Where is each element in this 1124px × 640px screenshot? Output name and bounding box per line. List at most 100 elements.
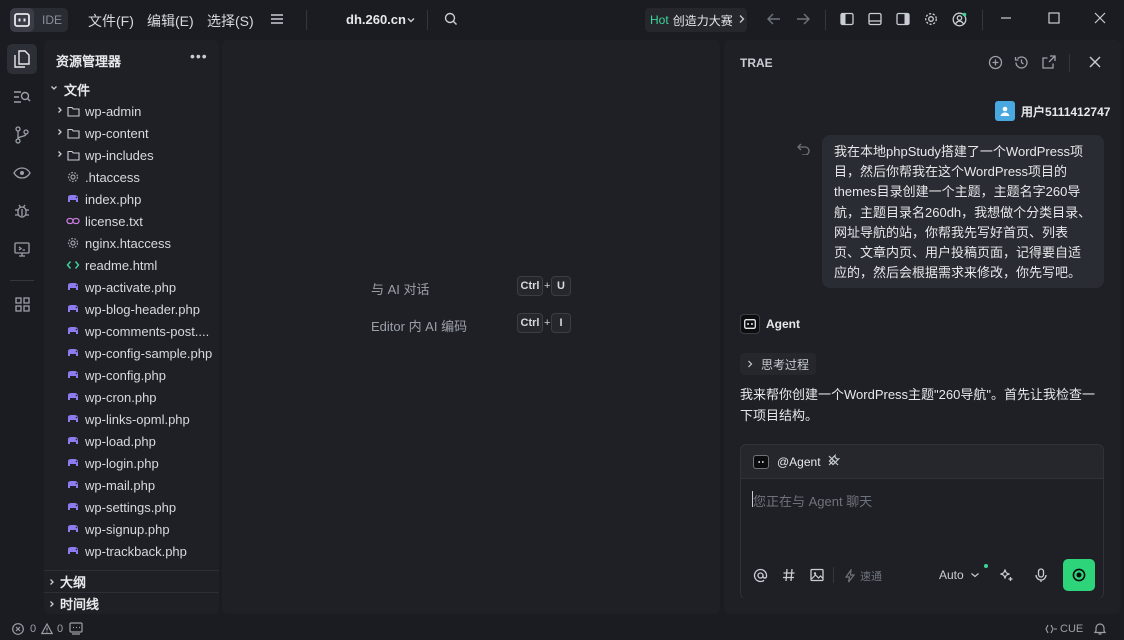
microphone-icon[interactable] xyxy=(1035,568,1047,586)
tree-file[interactable]: wp-config.php xyxy=(44,364,219,386)
mention-at-icon[interactable] xyxy=(753,568,768,586)
undo-icon[interactable] xyxy=(797,143,810,158)
tree-file[interactable]: wp-trackback.php xyxy=(44,540,219,562)
license-file-icon xyxy=(66,216,80,226)
tree-item-label: wp-blog-header.php xyxy=(85,301,200,317)
tree-file[interactable]: nginx.htaccess xyxy=(44,232,219,254)
mention-agent[interactable]: @Agent xyxy=(777,455,821,469)
tree-file[interactable]: readme.html xyxy=(44,254,219,276)
tree-file[interactable]: wp-signup.php xyxy=(44,518,219,540)
close-panel-icon[interactable] xyxy=(1089,56,1101,71)
settings-file-icon xyxy=(66,237,80,249)
php-file-icon xyxy=(66,194,80,204)
kbd-u: U xyxy=(551,276,571,296)
chat-title: TRAE xyxy=(740,56,773,70)
chevron-right-icon xyxy=(48,596,56,611)
warning-count[interactable]: 0 xyxy=(57,623,63,635)
maximize-icon[interactable] xyxy=(1048,12,1060,27)
tree-folder[interactable]: wp-includes xyxy=(44,144,219,166)
send-button[interactable] xyxy=(1063,559,1095,591)
tree-file[interactable]: wp-load.php xyxy=(44,430,219,452)
hint-chat-with-ai: 与 AI 对话 xyxy=(371,282,430,297)
debug-bug-icon[interactable] xyxy=(7,196,37,226)
close-window-icon[interactable] xyxy=(1094,12,1106,27)
warning-icon[interactable] xyxy=(40,622,54,638)
message-line: 航，主题目录名260dh，我想做个分类目录、 xyxy=(834,204,1092,220)
tree-item-label: wp-admin xyxy=(85,103,142,119)
menu-edit[interactable]: 编辑(E) xyxy=(147,11,194,31)
project-name[interactable]: dh.260.cn xyxy=(346,12,406,27)
tree-folder[interactable]: wp-content xyxy=(44,122,219,144)
history-icon[interactable] xyxy=(1014,55,1029,73)
tree-file[interactable]: wp-comments-post.... xyxy=(44,320,219,342)
error-icon[interactable] xyxy=(12,623,24,638)
ide-logo[interactable]: IDE xyxy=(10,8,68,32)
more-options-icon[interactable]: ••• xyxy=(190,48,208,64)
chat-input-area[interactable]: 您正在与 Agent 聊天 速通 Auto xyxy=(741,478,1103,599)
tree-root-files[interactable]: 文件 xyxy=(44,78,219,100)
settings-gear-icon[interactable] xyxy=(924,12,938,29)
speed-mode-toggle[interactable]: 速通 xyxy=(844,568,882,584)
hot-banner[interactable]: Hot 创造力大赛 xyxy=(645,8,747,32)
lightning-icon xyxy=(844,569,856,583)
explorer-files-icon[interactable] xyxy=(7,44,37,74)
toggle-panel-icon[interactable] xyxy=(868,12,882,29)
tree-file[interactable]: wp-links-opml.php xyxy=(44,408,219,430)
error-count[interactable]: 0 xyxy=(30,623,36,635)
ai-chat-panel: TRAE 用户5111412747 我在本地phpStudy搭建了一个WordP… xyxy=(724,40,1121,614)
section-timeline[interactable]: 时间线 xyxy=(44,592,219,614)
forward-arrow-icon[interactable] xyxy=(795,12,811,29)
user-avatar xyxy=(995,101,1015,121)
tree-file[interactable]: index.php xyxy=(44,188,219,210)
tree-file[interactable]: wp-cron.php xyxy=(44,386,219,408)
thinking-toggle[interactable]: 思考过程 xyxy=(740,353,817,375)
extensions-icon[interactable] xyxy=(7,289,37,319)
account-icon[interactable] xyxy=(952,12,967,30)
tree-root-label: 文件 xyxy=(64,82,91,98)
image-upload-icon[interactable] xyxy=(810,568,824,585)
section-outline[interactable]: 大纲 xyxy=(44,570,219,592)
ai-sparkle-icon[interactable] xyxy=(999,568,1014,586)
tree-file[interactable]: .htaccess xyxy=(44,166,219,188)
explorer-panel: 资源管理器 ••• 文件 wp-admin wp-content wp-includ… xyxy=(44,40,219,614)
source-control-icon[interactable] xyxy=(7,120,37,150)
cue-indicator[interactable]: CUE xyxy=(1045,623,1083,635)
divider xyxy=(982,10,983,30)
kbd-plus: + xyxy=(544,280,551,292)
back-arrow-icon[interactable] xyxy=(766,12,782,29)
new-chat-icon[interactable] xyxy=(988,55,1003,73)
preview-eye-icon[interactable] xyxy=(7,158,37,188)
tree-file[interactable]: wp-activate.php xyxy=(44,276,219,298)
hamburger-menu-icon[interactable] xyxy=(270,12,284,29)
tools-icon[interactable] xyxy=(827,453,840,470)
open-external-icon[interactable] xyxy=(1042,55,1056,72)
editor-area[interactable]: 与 AI 对话 Ctrl + U Editor 内 AI 编码 Ctrl + I xyxy=(222,40,720,614)
menu-select[interactable]: 选择(S) xyxy=(207,11,254,31)
notification-bell-icon[interactable] xyxy=(1093,622,1107,638)
tree-file[interactable]: wp-mail.php xyxy=(44,474,219,496)
search-icon[interactable] xyxy=(444,12,458,29)
speed-label: 速通 xyxy=(860,571,882,583)
tree-file[interactable]: wp-config-sample.php xyxy=(44,342,219,364)
user-name: 用户5111412747 xyxy=(1021,104,1111,119)
menu-file[interactable]: 文件(F) xyxy=(88,11,134,31)
tree-file[interactable]: license.txt xyxy=(44,210,219,232)
tree-file[interactable]: wp-blog-header.php xyxy=(44,298,219,320)
terminal-icon[interactable] xyxy=(69,622,83,638)
tree-file[interactable]: wp-settings.php xyxy=(44,496,219,518)
hash-context-icon[interactable] xyxy=(782,568,796,585)
toggle-right-panel-icon[interactable] xyxy=(896,12,910,29)
model-select[interactable]: Auto xyxy=(939,568,980,582)
minimize-icon[interactable] xyxy=(1000,12,1012,27)
tree-folder[interactable]: wp-admin xyxy=(44,100,219,122)
chevron-down-icon[interactable] xyxy=(406,13,416,28)
search-replace-icon[interactable] xyxy=(7,82,37,112)
agent-name: Agent xyxy=(766,317,800,331)
remote-screen-icon[interactable] xyxy=(7,234,37,264)
hint-editor-ai: Editor 内 AI 编码 xyxy=(371,319,468,334)
toggle-sidebar-icon[interactable] xyxy=(840,12,854,29)
hot-tag: Hot xyxy=(650,13,669,27)
message-line: 应的，然后会根据需求来修改，你先写吧。 xyxy=(834,265,1082,281)
tree-file[interactable]: wp-login.php xyxy=(44,452,219,474)
agent-header: Agent xyxy=(740,314,800,334)
